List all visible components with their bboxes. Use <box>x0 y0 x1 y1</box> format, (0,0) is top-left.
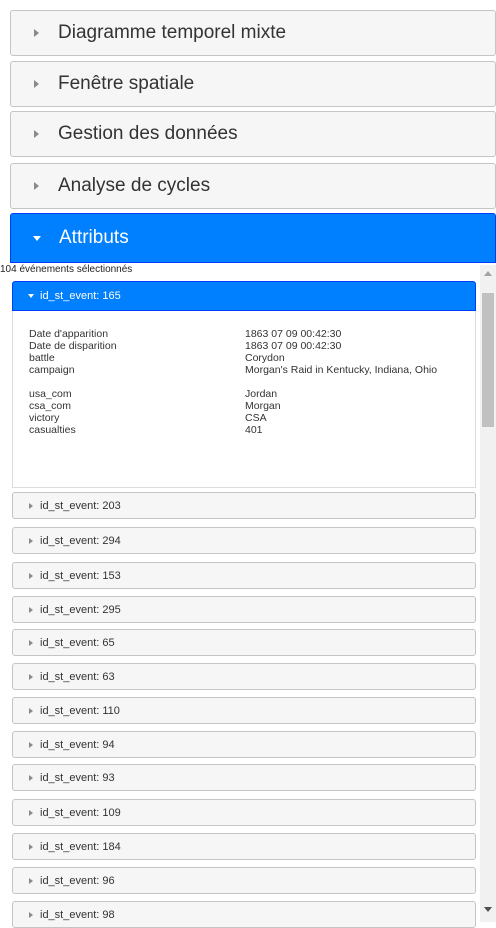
caret-right-icon <box>29 843 33 850</box>
event-header[interactable]: id_st_event: 153 <box>12 562 476 589</box>
event-label: id_st_event: 165 <box>40 290 121 302</box>
scroll-down-arrow-icon[interactable] <box>484 907 492 912</box>
caret-right-icon <box>29 572 33 579</box>
attribute-value: 1863 07 09 00:42:30 <box>245 328 342 340</box>
attribute-value: 1863 07 09 00:42:30 <box>245 340 342 352</box>
event-header[interactable]: id_st_event: 98 <box>12 901 476 928</box>
caret-right-icon <box>29 707 33 714</box>
event-label: id_st_event: 295 <box>40 603 121 616</box>
accordion-header-attributs[interactable]: Attributs <box>10 213 496 263</box>
attribute-value: Jordan <box>245 388 278 400</box>
event-label: id_st_event: 294 <box>40 534 121 547</box>
event-header[interactable]: id_st_event: 294 <box>12 527 476 554</box>
accordion-label: Analyse de cycles <box>58 175 211 196</box>
caret-down-icon <box>28 294 34 298</box>
caret-right-icon <box>29 639 33 646</box>
attribute-key: Date de disparition <box>29 340 117 352</box>
caret-right-icon <box>34 182 39 190</box>
event-label: id_st_event: 63 <box>40 670 115 683</box>
event-header[interactable]: id_st_event: 63 <box>12 663 476 690</box>
event-header[interactable]: id_st_event: 184 <box>12 833 476 860</box>
attribute-value: Corydon <box>245 352 285 364</box>
caret-right-icon <box>29 673 33 680</box>
selected-count-text: 104 événements sélectionnés <box>0 264 133 275</box>
event-header[interactable]: id_st_event: 295 <box>12 596 476 623</box>
attribute-key: csa_com <box>29 400 72 412</box>
accordion-label: Fenêtre spatiale <box>58 73 195 94</box>
event-label: id_st_event: 184 <box>40 840 121 853</box>
event-label: id_st_event: 153 <box>40 569 121 582</box>
accordion-header-analyse-cycles[interactable]: Analyse de cycles <box>10 163 496 209</box>
caret-right-icon <box>34 80 39 88</box>
caret-right-icon <box>34 29 39 37</box>
attribute-key: usa_com <box>29 388 72 400</box>
attribute-value: Morgan <box>245 400 281 412</box>
attribute-value: CSA <box>245 412 267 424</box>
caret-right-icon <box>29 502 33 509</box>
accordion-label: Diagramme temporel mixte <box>58 22 287 43</box>
caret-right-icon <box>29 606 33 613</box>
caret-right-icon <box>29 537 33 544</box>
attribute-key: campaign <box>29 364 75 376</box>
accordion-header-gestion-donnees[interactable]: Gestion des données <box>10 111 496 157</box>
event-header[interactable]: id_st_event: 94 <box>12 731 476 758</box>
event-header-expanded[interactable]: id_st_event: 165 <box>12 281 476 311</box>
event-header[interactable]: id_st_event: 110 <box>12 697 476 724</box>
attribute-key: casualties <box>29 424 76 436</box>
attribute-key: battle <box>29 352 55 364</box>
attribute-value: Morgan's Raid in Kentucky, Indiana, Ohio <box>245 364 438 376</box>
event-header[interactable]: id_st_event: 109 <box>12 799 476 826</box>
accordion-header-diagramme-temporel[interactable]: Diagramme temporel mixte <box>10 10 496 56</box>
caret-right-icon <box>34 130 39 138</box>
caret-right-icon <box>29 911 33 918</box>
scroll-up-arrow-icon[interactable] <box>484 271 492 276</box>
event-label: id_st_event: 110 <box>40 704 120 717</box>
caret-down-icon <box>33 235 41 241</box>
attribute-key: victory <box>29 412 60 424</box>
event-attributes-panel: Date d'apparition 1863 07 09 00:42:30 Da… <box>12 311 476 488</box>
event-label: id_st_event: 96 <box>40 874 115 887</box>
event-label: id_st_event: 94 <box>40 738 115 751</box>
event-label: id_st_event: 203 <box>40 499 121 512</box>
caret-right-icon <box>29 774 33 781</box>
caret-right-icon <box>29 809 33 816</box>
event-header[interactable]: id_st_event: 203 <box>12 492 476 519</box>
caret-right-icon <box>29 877 33 884</box>
scrollbar-thumb[interactable] <box>482 293 494 427</box>
caret-right-icon <box>29 741 33 748</box>
attribute-key: Date d'apparition <box>29 328 109 340</box>
accordion-label: Attributs <box>59 227 129 248</box>
event-header[interactable]: id_st_event: 65 <box>12 629 476 656</box>
event-header[interactable]: id_st_event: 96 <box>12 867 476 894</box>
accordion-header-fenetre-spatiale[interactable]: Fenêtre spatiale <box>10 61 496 107</box>
scrollbar[interactable] <box>480 265 496 922</box>
event-label: id_st_event: 65 <box>40 636 115 649</box>
event-label: id_st_event: 93 <box>40 771 115 784</box>
accordion-label: Gestion des données <box>58 123 238 144</box>
attribute-value: 401 <box>245 424 263 436</box>
event-label: id_st_event: 98 <box>40 908 115 921</box>
event-label: id_st_event: 109 <box>40 806 121 819</box>
event-header[interactable]: id_st_event: 93 <box>12 764 476 791</box>
